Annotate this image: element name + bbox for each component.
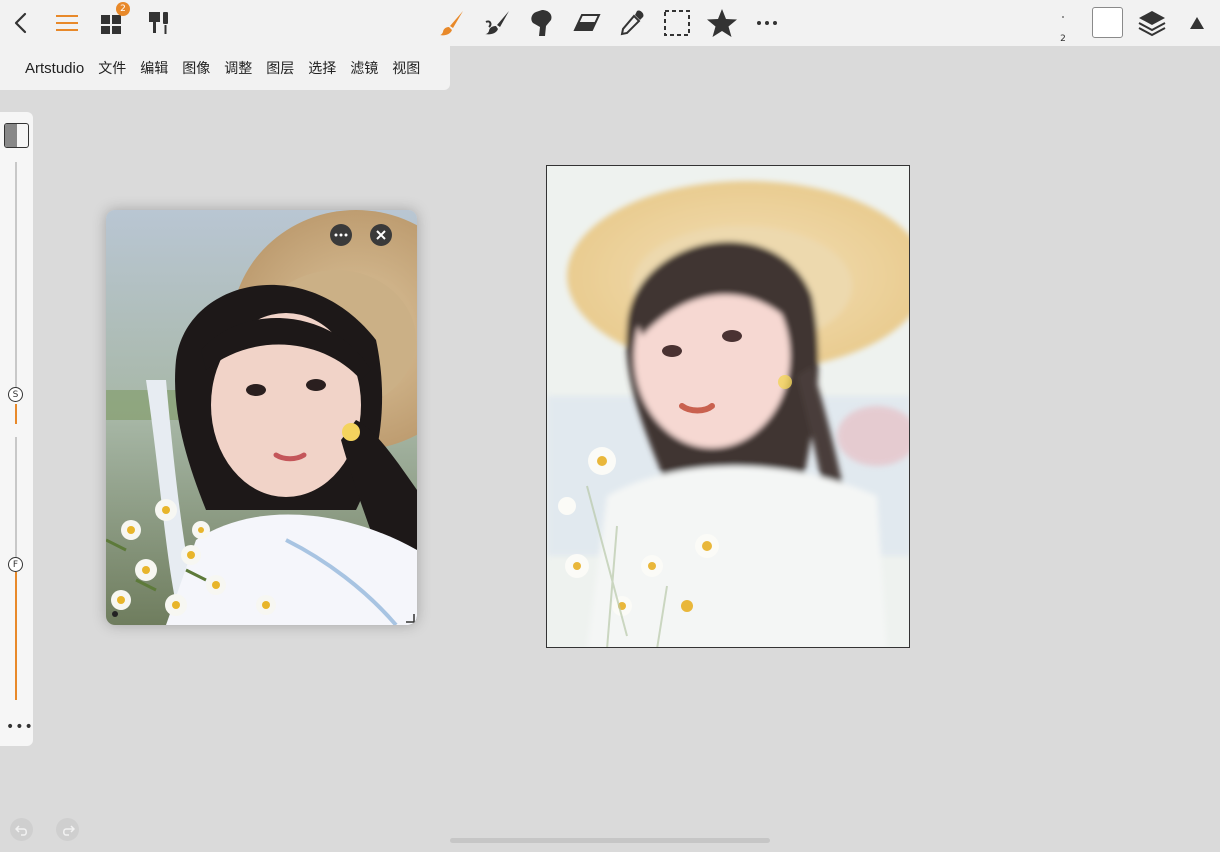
selection-icon: [664, 10, 690, 36]
brush-size-dot: [1062, 16, 1064, 18]
menu-filter[interactable]: 滤镜: [343, 58, 385, 78]
reference-pin-icon: [112, 611, 118, 617]
back-icon: [14, 12, 27, 34]
blur-tool[interactable]: [523, 4, 561, 42]
selection-tool[interactable]: [658, 4, 696, 42]
menu-layer[interactable]: 图层: [259, 58, 301, 78]
canvas-painting: [547, 166, 909, 647]
reference-options-button[interactable]: [330, 224, 352, 246]
eraser-tool[interactable]: [568, 4, 606, 42]
menu-button[interactable]: [48, 4, 86, 42]
favorites-button[interactable]: [703, 4, 741, 42]
back-button[interactable]: [2, 4, 40, 42]
brush-slider-panel: S F •••: [0, 112, 33, 746]
color-swatch[interactable]: [1092, 7, 1123, 38]
brush-size-value: 2: [1060, 34, 1066, 44]
size-slider-track[interactable]: [15, 162, 17, 390]
reference-photo: [106, 210, 417, 625]
reference-close-button[interactable]: [370, 224, 392, 246]
menu-edit[interactable]: 编辑: [133, 58, 175, 78]
size-slider-fill: [15, 404, 17, 424]
more-icon: [334, 233, 348, 237]
resize-icon: [406, 614, 415, 623]
layers-button[interactable]: [1133, 4, 1171, 42]
reference-resize-handle[interactable]: [405, 613, 415, 623]
blur-icon: [531, 10, 552, 36]
undo-button[interactable]: [10, 818, 33, 841]
collapse-icon: [1190, 17, 1204, 29]
smudge-tool[interactable]: [478, 4, 516, 42]
brush-size-indicator[interactable]: 2: [1050, 6, 1076, 44]
gallery-button[interactable]: 2: [93, 2, 131, 42]
paintbrush-icon: [440, 11, 463, 36]
redo-button[interactable]: [56, 818, 79, 841]
redo-icon: [62, 824, 75, 836]
menu-image[interactable]: 图像: [175, 58, 217, 78]
menu-file[interactable]: 文件: [91, 58, 133, 78]
close-icon: [376, 230, 386, 240]
collapse-button[interactable]: [1178, 4, 1216, 42]
favorite-star-icon: [707, 9, 737, 37]
eyedropper-icon: [620, 10, 644, 36]
reference-image-window[interactable]: [106, 210, 417, 625]
eraser-icon: [573, 14, 601, 31]
menu-view[interactable]: 视图: [385, 58, 427, 78]
size-slider-knob[interactable]: S: [8, 387, 23, 402]
smudge-icon: [485, 11, 509, 35]
paintbrush-tool[interactable]: [433, 4, 471, 42]
home-indicator: [450, 838, 770, 843]
brush-settings-button[interactable]: [139, 4, 177, 42]
flow-slider-fill: [15, 572, 17, 700]
flow-slider-knob[interactable]: F: [8, 557, 23, 572]
menu-select[interactable]: 选择: [301, 58, 343, 78]
more-icon: [757, 21, 777, 25]
panel-more-button[interactable]: •••: [6, 720, 33, 734]
brush-settings-icon: [149, 12, 168, 34]
panel-toggle-button[interactable]: [4, 123, 29, 148]
eyedropper-tool[interactable]: [613, 4, 651, 42]
menu-bar: Artstudio 文件 编辑 图像 调整 图层 选择 滤镜 视图: [0, 46, 450, 90]
flow-slider-track[interactable]: [15, 437, 17, 557]
gallery-count-badge: 2: [116, 2, 130, 16]
more-tools-button[interactable]: [748, 4, 786, 42]
menu-app[interactable]: Artstudio: [18, 60, 91, 77]
top-toolbar: 2 2: [0, 0, 1220, 46]
menu-icon: [56, 15, 78, 31]
menu-adjust[interactable]: 调整: [217, 58, 259, 78]
drawing-canvas[interactable]: [546, 165, 910, 648]
undo-icon: [14, 824, 27, 836]
layers-icon: [1138, 11, 1166, 37]
